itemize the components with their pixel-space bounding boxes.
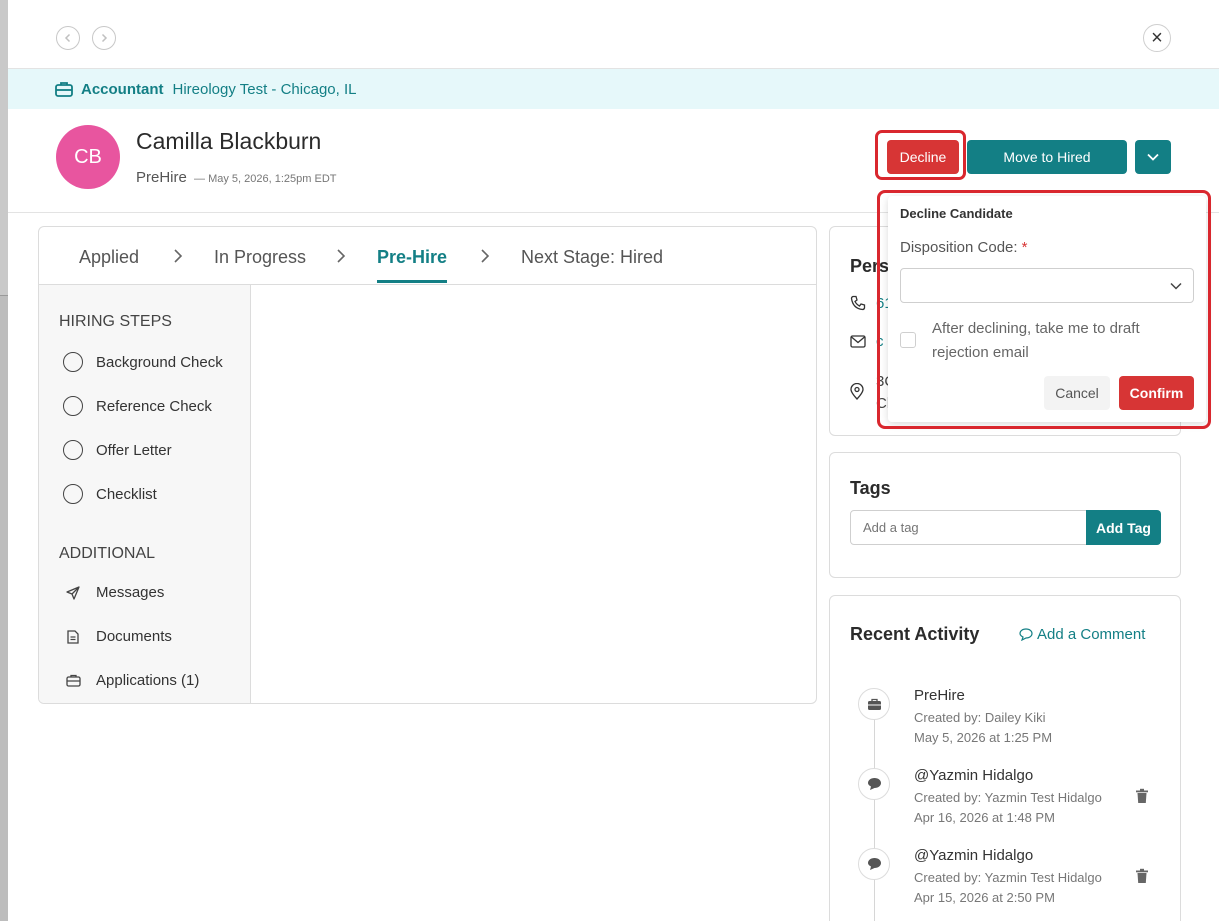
job-title[interactable]: Accountant [81,81,164,98]
active-tab-indicator [377,280,447,283]
tag-input[interactable] [850,510,1087,545]
send-icon [63,585,83,600]
location-pin-icon [850,383,864,400]
chevron-left-icon [64,33,71,43]
activity-created-by: Created by: Dailey Kiki [914,710,1046,725]
candidate-name: Camilla Blackburn [136,128,322,154]
comment-icon [1019,628,1033,641]
briefcase-icon [858,688,890,720]
activity-created-by: Created by: Yazmin Test Hidalgo [914,870,1102,885]
tags-title: Tags [850,478,891,498]
add-tag-button[interactable]: Add Tag [1086,510,1161,545]
next-button[interactable] [92,26,116,50]
avatar: CB [56,125,120,189]
chevron-right-icon [101,33,108,43]
hiring-steps-title: HIRING STEPS [59,313,172,330]
popover-highlight [877,190,1211,429]
stage-label: PreHire [136,169,187,186]
activity-title: @Yazmin Hidalgo [914,767,1034,784]
close-button[interactable]: × [1143,24,1171,52]
move-to-hired-button[interactable]: Move to Hired [967,140,1127,174]
stage-tabs: Applied In Progress Pre-Hire Next Stage:… [39,227,816,285]
additional-documents[interactable]: Documents [63,628,172,645]
tab-in-progress[interactable]: In Progress [214,247,306,268]
activity-date: Apr 16, 2026 at 1:48 PM [914,810,1055,825]
step-circle-icon [63,396,83,416]
additional-applications[interactable]: Applications (1) [63,672,199,689]
more-actions-button[interactable] [1135,140,1171,174]
chevron-down-icon [1147,153,1159,161]
recent-activity-title: Recent Activity [850,624,980,644]
step-reference-check[interactable]: Reference Check [63,396,212,416]
document-icon [63,629,83,644]
comment-icon [858,768,890,800]
step-background-check[interactable]: Background Check [63,352,223,372]
tab-applied[interactable]: Applied [79,247,139,268]
previous-button[interactable] [56,26,80,50]
step-checklist[interactable]: Checklist [63,484,157,504]
briefcase-icon [55,82,73,97]
step-circle-icon [63,484,83,504]
hiring-sidebar: HIRING STEPS Background Check Reference … [39,285,251,703]
tab-pre-hire[interactable]: Pre-Hire [377,247,447,268]
step-circle-icon [63,352,83,372]
activity-title: @Yazmin Hidalgo [914,847,1034,864]
briefcase-icon [63,674,83,687]
add-comment-link[interactable]: Add a Comment [1019,626,1145,643]
activity-created-by: Created by: Yazmin Test Hidalgo [914,790,1102,805]
tab-next-stage[interactable]: Next Stage: Hired [521,247,663,268]
close-icon: × [1151,27,1163,49]
recent-activity-card: Recent Activity Add a Comment PreHire Cr… [829,595,1181,921]
comment-icon [858,848,890,880]
step-circle-icon [63,440,83,460]
chevron-right-icon [174,249,183,263]
job-bar: Accountant Hireology Test - Chicago, IL [8,69,1219,109]
trash-icon[interactable] [1135,868,1149,884]
phone-icon [850,295,866,311]
job-location: Hireology Test - Chicago, IL [172,80,357,98]
top-bar: × [8,0,1219,69]
activity-date: Apr 15, 2026 at 2:50 PM [914,890,1055,905]
window-edge [0,0,8,921]
mail-icon [850,335,866,348]
chevron-right-icon [337,249,346,263]
hiring-card: Applied In Progress Pre-Hire Next Stage:… [38,226,817,704]
tags-card: Tags Add Tag [829,452,1181,578]
chevron-right-icon [481,249,490,263]
candidate-stage: PreHire — May 5, 2026, 1:25pm EDT [136,169,336,186]
trash-icon[interactable] [1135,788,1149,804]
decline-button[interactable]: Decline [887,140,959,174]
additional-messages[interactable]: Messages [63,584,164,601]
step-offer-letter[interactable]: Offer Letter [63,440,172,460]
activity-timeline [874,706,875,921]
stage-date: — May 5, 2026, 1:25pm EDT [194,173,337,185]
activity-date: May 5, 2026 at 1:25 PM [914,730,1053,745]
additional-title: ADDITIONAL [59,545,156,562]
activity-title: PreHire [914,687,965,704]
